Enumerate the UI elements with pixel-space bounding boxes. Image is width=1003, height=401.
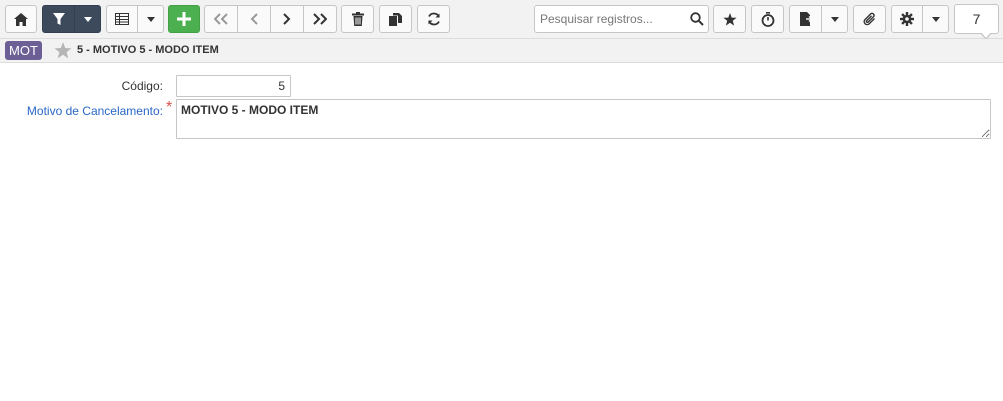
report-button[interactable] — [789, 5, 822, 33]
add-icon — [177, 12, 191, 26]
last-record-button[interactable] — [304, 5, 337, 33]
required-indicator: * — [166, 99, 173, 116]
attachment-button[interactable] — [853, 5, 886, 33]
prev-icon — [250, 13, 258, 25]
favorite-icon — [722, 12, 737, 26]
view-button[interactable] — [106, 5, 138, 33]
first-icon — [214, 13, 228, 25]
settings-dropdown-button[interactable] — [923, 5, 949, 33]
gear-icon — [900, 12, 914, 26]
page-title: 5 - MOTIVO 5 - MODO ITEM — [77, 44, 219, 56]
filter-dropdown-button[interactable] — [75, 5, 101, 33]
timer-icon — [761, 11, 775, 27]
copy-button[interactable] — [379, 5, 412, 33]
prev-record-button[interactable] — [238, 5, 271, 33]
search-box — [534, 5, 709, 33]
next-record-button[interactable] — [271, 5, 304, 33]
caret-down-icon — [931, 16, 940, 22]
filter-icon — [52, 12, 65, 26]
module-badge: MOT — [5, 41, 42, 60]
codigo-label: Código: — [121, 79, 163, 93]
filter-button[interactable] — [42, 5, 75, 33]
first-record-button[interactable] — [204, 5, 238, 33]
record-count: 7 — [972, 11, 981, 27]
view-dropdown-button[interactable] — [138, 5, 164, 33]
refresh-icon — [427, 12, 441, 26]
delete-icon — [351, 12, 364, 26]
codigo-field[interactable] — [176, 75, 291, 97]
add-button[interactable] — [168, 5, 200, 33]
favorite-star-icon[interactable] — [54, 42, 72, 62]
timer-button[interactable] — [751, 5, 784, 33]
home-icon — [14, 12, 28, 26]
report-icon — [799, 12, 812, 26]
record-header: MOT 5 - MOTIVO 5 - MODO ITEM — [0, 39, 1003, 63]
caret-down-icon — [83, 16, 92, 22]
motivo-label[interactable]: Motivo de Cancelamento: — [20, 104, 163, 118]
last-icon — [313, 13, 327, 25]
caret-down-icon — [146, 16, 155, 22]
search-input[interactable] — [535, 6, 685, 32]
next-icon — [283, 13, 291, 25]
search-icon[interactable] — [690, 12, 704, 29]
record-counter: 7 — [954, 4, 999, 40]
report-dropdown-button[interactable] — [822, 5, 848, 33]
table-icon — [115, 13, 129, 25]
refresh-button[interactable] — [417, 5, 450, 33]
attachment-icon — [863, 12, 877, 27]
copy-icon — [389, 12, 402, 26]
delete-button[interactable] — [341, 5, 374, 33]
settings-button[interactable] — [891, 5, 923, 33]
caret-down-icon — [830, 16, 839, 22]
home-button[interactable] — [5, 5, 37, 33]
motivo-field[interactable]: MOTIVO 5 - MODO ITEM — [176, 99, 991, 139]
favorite-button[interactable] — [713, 5, 746, 33]
toolbar: 7 — [0, 0, 1003, 40]
